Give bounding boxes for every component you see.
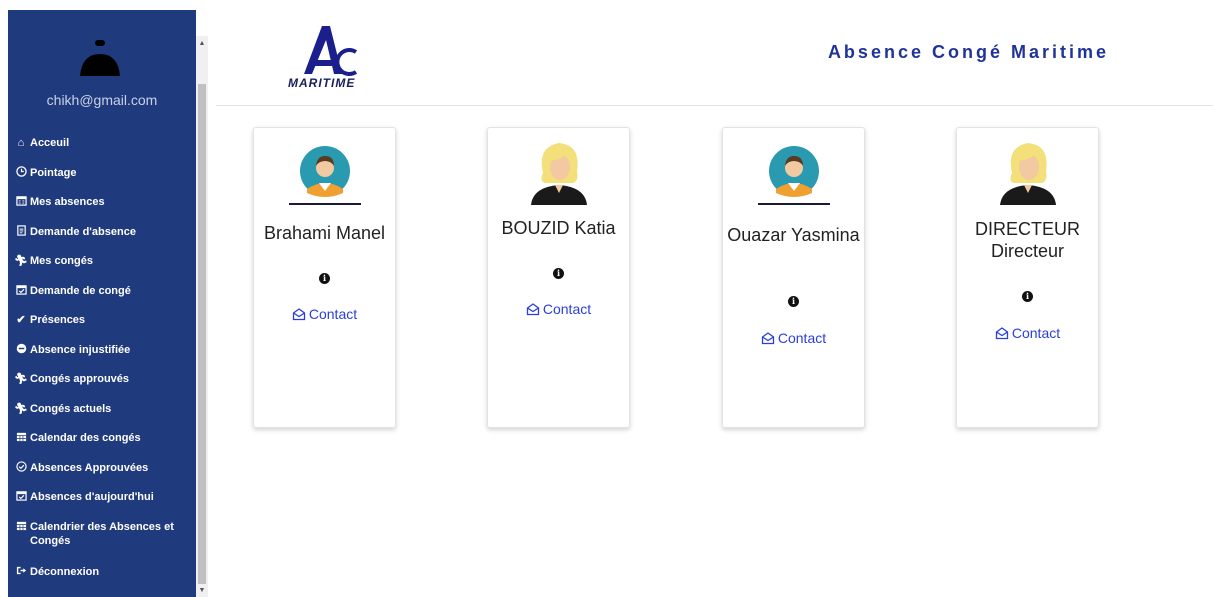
- employee-card: BOUZID Katia i Contact: [487, 127, 630, 428]
- male-avatar-icon: [758, 137, 830, 205]
- male-avatar-icon: [289, 137, 361, 205]
- logo-mark-icon: [304, 26, 358, 76]
- sidebar-item-demande-conge[interactable]: Demande de congé: [8, 284, 196, 314]
- contact-link[interactable]: Contact: [723, 330, 864, 346]
- calendar-grid-icon: [14, 520, 28, 534]
- sidebar-item-label: Congés actuels: [30, 402, 112, 415]
- sidebar-item-label: Pointage: [30, 166, 77, 179]
- minus-circle-icon: [14, 343, 28, 357]
- sidebar-item-label: Acceuil: [30, 137, 70, 149]
- employee-name: Brahami Manel: [263, 223, 386, 243]
- sidebar-item-label: Congés approuvés: [30, 373, 130, 385]
- sidebar-item-label: Absences Approuvées: [30, 461, 149, 474]
- header: MARITIME Absence Congé Maritime: [216, 0, 1213, 106]
- envelope-open-icon: [761, 332, 775, 345]
- sidebar-item-label: Calendrier des Absences et Congés: [30, 520, 174, 547]
- home-icon: ⌂: [17, 137, 25, 149]
- calendar-check-icon: [14, 490, 28, 504]
- sidebar-item-absences-approuvees[interactable]: Absences Approuvées: [8, 460, 196, 491]
- sign-out-icon: [14, 565, 28, 579]
- user-email: chikh@gmail.com: [46, 92, 158, 108]
- scroll-down-arrow-icon[interactable]: ▼: [196, 585, 208, 597]
- sidebar-item-acceuil[interactable]: ⌂ Acceuil: [8, 136, 196, 166]
- calendar-check-icon: [14, 284, 28, 298]
- calendar-icon: [14, 195, 28, 209]
- envelope-open-icon: [995, 327, 1009, 340]
- contact-label: Contact: [777, 330, 827, 346]
- employee-name: DIRECTEUR Directeur: [974, 219, 1080, 261]
- sidebar-scrollbar[interactable]: ▲ ▼: [196, 36, 208, 597]
- info-icon[interactable]: i: [788, 296, 799, 307]
- female-avatar-icon: [992, 137, 1064, 205]
- contact-label: Contact: [308, 306, 358, 322]
- sidebar-item-label: Déconnexion: [30, 565, 100, 578]
- employee-card: DIRECTEUR Directeur i Contact: [956, 127, 1099, 428]
- sidebar-item-label: Présences: [30, 314, 86, 326]
- employee-name: BOUZID Katia: [501, 218, 616, 238]
- sidebar-item-label: Absence injustifiée: [30, 343, 131, 356]
- sidebar-item-pointage[interactable]: Pointage: [8, 165, 196, 196]
- sidebar-item-demande-absence[interactable]: Demande d'absence: [8, 224, 196, 255]
- info-icon[interactable]: i: [1022, 291, 1033, 302]
- sidebar-item-label: Demande de congé: [30, 284, 131, 297]
- sidebar-item-conges-approuves[interactable]: 🏃︎ Congés approuvés: [8, 372, 196, 402]
- calendar-grid-icon: [14, 431, 28, 445]
- sidebar: chikh@gmail.com ⌂ Acceuil Pointage Mes a…: [8, 10, 196, 597]
- sidebar-item-label: Mes congés: [30, 255, 93, 267]
- walking-icon: 🏃︎: [14, 402, 28, 415]
- info-icon[interactable]: i: [319, 273, 330, 284]
- contact-link[interactable]: Contact: [488, 301, 629, 317]
- check-circle-icon: [14, 460, 28, 475]
- contact-link[interactable]: Contact: [254, 306, 395, 322]
- info-icon[interactable]: i: [553, 268, 564, 279]
- envelope-open-icon: [526, 303, 540, 316]
- clock-icon: [14, 165, 28, 180]
- file-icon: [14, 224, 28, 239]
- sidebar-item-conges-actuels[interactable]: 🏃︎ Congés actuels: [8, 402, 196, 432]
- sidebar-item-label: Demande d'absence: [30, 225, 136, 238]
- sidebar-item-mes-absences[interactable]: Mes absences: [8, 195, 196, 225]
- sidebar-item-calendrier-absences-conges[interactable]: Calendrier des Absences et Congés: [8, 520, 196, 565]
- sidebar-item-mes-conges[interactable]: 🏃︎ Mes congés: [8, 254, 196, 284]
- walking-icon: 🏃︎: [14, 373, 28, 385]
- female-avatar-icon: [523, 137, 595, 205]
- walking-icon: 🏃︎: [14, 255, 28, 267]
- app-logo[interactable]: MARITIME: [286, 22, 396, 92]
- user-avatar-icon: [78, 40, 122, 84]
- check-icon: ✔: [16, 314, 26, 326]
- page-title: Absence Congé Maritime: [827, 42, 1109, 62]
- sidebar-item-calendar-conges[interactable]: Calendar des congés: [8, 431, 196, 461]
- envelope-open-icon: [292, 308, 306, 321]
- scroll-up-arrow-icon[interactable]: ▲: [196, 38, 208, 50]
- sidebar-item-presences[interactable]: ✔ Présences: [8, 313, 196, 343]
- sidebar-item-absence-injustifiee[interactable]: Absence injustifiée: [8, 343, 196, 373]
- sidebar-item-label: Mes absences: [30, 196, 105, 208]
- sidebar-item-absences-aujourdhui[interactable]: Absences d'aujourd'hui: [8, 490, 196, 520]
- employee-card: Ouazar Yasmina i Contact: [722, 127, 865, 428]
- contact-label: Contact: [1011, 325, 1061, 341]
- logo-text: MARITIME: [288, 76, 356, 90]
- employee-name: Ouazar Yasmina: [727, 225, 860, 245]
- contact-label: Contact: [542, 301, 592, 317]
- employee-card: Brahami Manel i Contact: [253, 127, 396, 428]
- sidebar-item-label: Absences d'aujourd'hui: [30, 491, 154, 503]
- contact-link[interactable]: Contact: [957, 325, 1098, 341]
- sidebar-item-label: Calendar des congés: [30, 432, 141, 444]
- sidebar-item-deconnexion[interactable]: Déconnexion: [8, 565, 196, 595]
- sidebar-nav: ⌂ Acceuil Pointage Mes absences Demande …: [8, 136, 196, 594]
- scroll-thumb[interactable]: [198, 84, 206, 584]
